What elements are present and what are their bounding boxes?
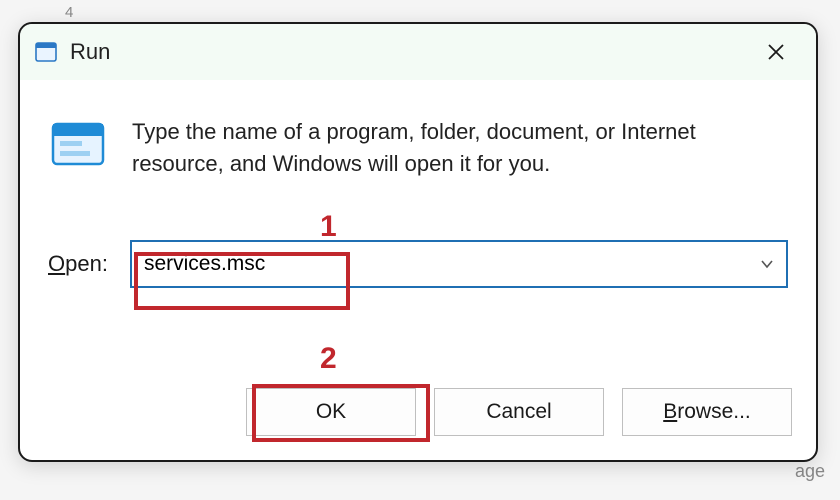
dialog-body: Type the name of a program, folder, docu… [20, 80, 816, 288]
run-dialog: Run Type the name of a program, folder, … [18, 22, 818, 462]
ok-button[interactable]: OK [246, 388, 416, 436]
open-label: Open: [48, 251, 108, 277]
background-fragment-right: age [795, 461, 825, 482]
cancel-button[interactable]: Cancel [434, 388, 604, 436]
open-row: Open: [48, 240, 788, 288]
close-icon [767, 43, 785, 61]
run-body-icon [48, 116, 108, 172]
annotation-number-2: 2 [320, 342, 337, 376]
run-title-icon [34, 41, 58, 63]
dialog-description: Type the name of a program, folder, docu… [132, 116, 752, 180]
browse-button[interactable]: Browse... [622, 388, 792, 436]
background-fragment-top: 4 [65, 4, 73, 21]
info-row: Type the name of a program, folder, docu… [48, 116, 788, 180]
button-row: OK Cancel Browse... [246, 388, 792, 436]
chevron-down-icon[interactable] [752, 256, 774, 272]
close-button[interactable] [754, 30, 798, 74]
open-combobox[interactable] [130, 240, 788, 288]
open-input[interactable] [144, 252, 752, 276]
titlebar: Run [20, 24, 816, 80]
dialog-title: Run [70, 39, 754, 65]
